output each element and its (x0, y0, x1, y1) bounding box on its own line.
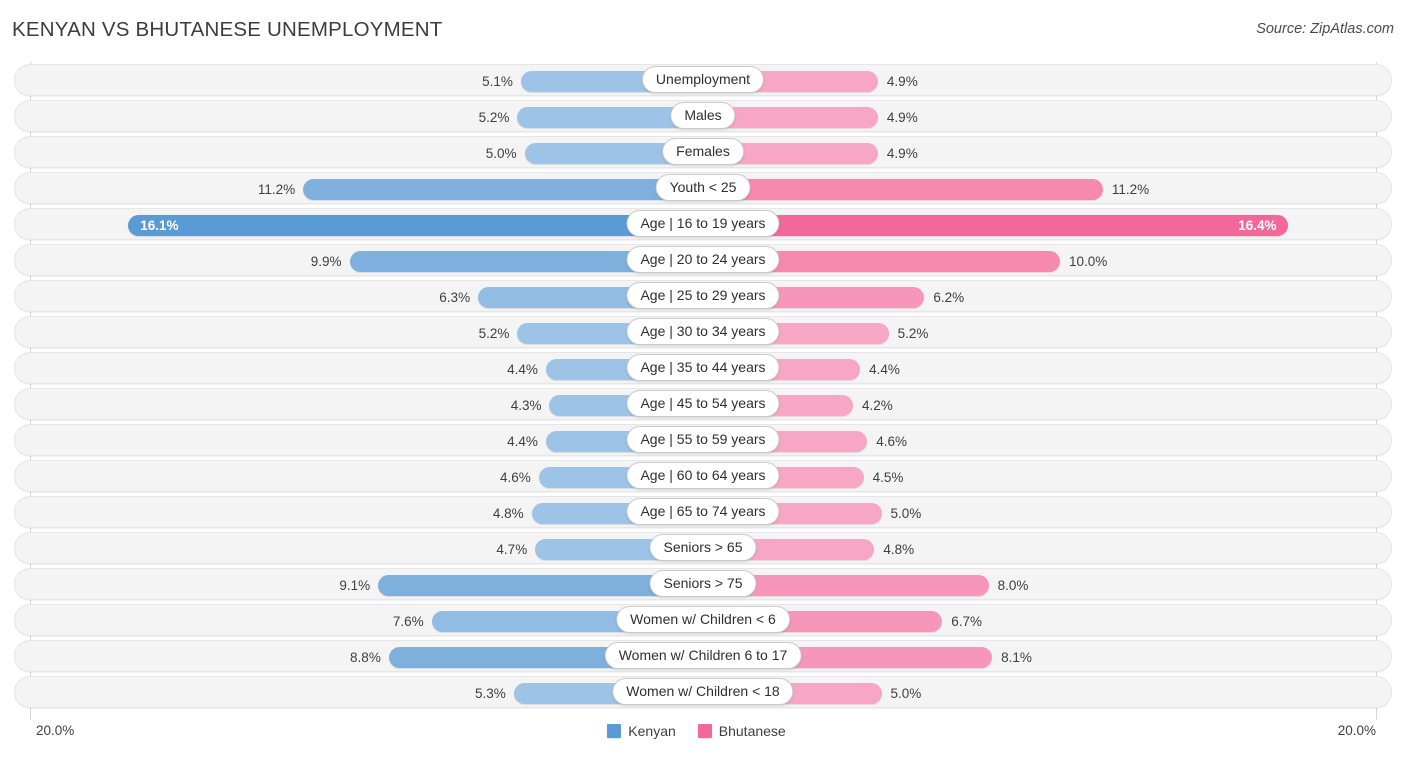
value-label-bhutanese: 6.7% (951, 613, 982, 630)
value-label-kenyan: 4.8% (456, 505, 524, 522)
chart-row: 5.1% 4.9% Unemployment (0, 62, 1406, 98)
chart-row: 4.7% 4.8% Seniors > 65 (0, 530, 1406, 566)
value-label-kenyan: 5.3% (438, 685, 506, 702)
chart-row: 16.1% 16.4% Age | 16 to 19 years (0, 206, 1406, 242)
value-label-bhutanese: 4.9% (887, 73, 918, 90)
bar-bhutanese (703, 179, 1103, 200)
chart-row: 8.8% 8.1% Women w/ Children 6 to 17 (0, 638, 1406, 674)
chart-row: 11.2% 11.2% Youth < 25 (0, 170, 1406, 206)
value-label-kenyan: 4.3% (473, 397, 541, 414)
value-label-bhutanese: 10.0% (1069, 253, 1107, 270)
category-label-pill: Age | 30 to 34 years (626, 318, 779, 345)
chart-legend: Kenyan Bhutanese (0, 723, 1406, 739)
legend-label: Bhutanese (719, 723, 786, 739)
legend-label: Kenyan (628, 723, 675, 739)
category-label-pill: Youth < 25 (656, 174, 751, 201)
value-label-kenyan: 4.7% (459, 541, 527, 558)
chart-row: 4.4% 4.6% Age | 55 to 59 years (0, 422, 1406, 458)
category-label-pill: Age | 25 to 29 years (626, 282, 779, 309)
category-label-pill: Women w/ Children < 18 (612, 678, 793, 705)
chart-rows: 5.1% 4.9% Unemployment 5.2% 4.9% Males 5.0% 4.9… (0, 62, 1406, 710)
legend-swatch-icon (698, 724, 712, 738)
value-label-bhutanese: 16.4% (1230, 217, 1276, 234)
value-label-bhutanese: 5.0% (891, 685, 922, 702)
page-title: KENYAN VS BHUTANESE UNEMPLOYMENT (12, 18, 443, 42)
chart-row: 9.1% 8.0% Seniors > 75 (0, 566, 1406, 602)
category-label-pill: Age | 45 to 54 years (626, 390, 779, 417)
value-label-bhutanese: 5.2% (898, 325, 929, 342)
value-label-bhutanese: 8.1% (1001, 649, 1032, 666)
bar-bhutanese (703, 215, 1288, 236)
chart-plot-area: 5.1% 4.9% Unemployment 5.2% 4.9% Males 5.0% 4.9… (0, 62, 1406, 714)
category-label-pill: Females (662, 138, 744, 165)
source-attribution: Source: ZipAtlas.com (1256, 21, 1394, 37)
value-label-bhutanese: 11.2% (1112, 181, 1149, 198)
value-label-kenyan: 5.2% (441, 325, 509, 342)
category-label-pill: Age | 35 to 44 years (626, 354, 779, 381)
chart-row: 5.2% 4.9% Males (0, 98, 1406, 134)
value-label-kenyan: 8.8% (313, 649, 381, 666)
category-label-pill: Women w/ Children < 6 (616, 606, 790, 633)
chart-row: 7.6% 6.7% Women w/ Children < 6 (0, 602, 1406, 638)
chart-footer: 20.0% 20.0% KenyanBhutanese (0, 714, 1406, 757)
value-label-bhutanese: 8.0% (998, 577, 1029, 594)
value-label-bhutanese: 4.9% (887, 109, 918, 126)
value-label-bhutanese: 4.2% (862, 397, 893, 414)
chart-row: 9.9% 10.0% Age | 20 to 24 years (0, 242, 1406, 278)
legend-item: Bhutanese (698, 723, 786, 739)
category-label-pill: Seniors > 75 (650, 570, 757, 597)
value-label-kenyan: 9.1% (302, 577, 370, 594)
chart-page: KENYAN VS BHUTANESE UNEMPLOYMENT Source:… (0, 0, 1406, 757)
chart-row: 4.4% 4.4% Age | 35 to 44 years (0, 350, 1406, 386)
value-label-bhutanese: 4.6% (876, 433, 907, 450)
category-label-pill: Age | 55 to 59 years (626, 426, 779, 453)
category-label-pill: Age | 60 to 64 years (626, 462, 779, 489)
category-label-pill: Seniors > 65 (650, 534, 757, 561)
value-label-kenyan: 9.9% (274, 253, 342, 270)
value-label-bhutanese: 6.2% (933, 289, 964, 306)
bar-kenyan (128, 215, 703, 236)
chart-row: 5.2% 5.2% Age | 30 to 34 years (0, 314, 1406, 350)
value-label-bhutanese: 4.9% (887, 145, 918, 162)
value-label-kenyan: 11.2% (227, 181, 295, 198)
bar-kenyan (303, 179, 703, 200)
value-label-kenyan: 6.3% (402, 289, 470, 306)
value-label-kenyan: 5.2% (441, 109, 509, 126)
chart-row: 4.3% 4.2% Age | 45 to 54 years (0, 386, 1406, 422)
value-label-kenyan: 4.6% (463, 469, 531, 486)
category-label-pill: Age | 16 to 19 years (626, 210, 779, 237)
value-label-kenyan: 16.1% (140, 217, 178, 234)
value-label-kenyan: 5.0% (449, 145, 517, 162)
category-label-pill: Women w/ Children 6 to 17 (605, 642, 802, 669)
category-label-pill: Age | 20 to 24 years (626, 246, 779, 273)
value-label-kenyan: 4.4% (470, 433, 538, 450)
value-label-bhutanese: 5.0% (891, 505, 922, 522)
chart-row: 5.3% 5.0% Women w/ Children < 18 (0, 674, 1406, 710)
value-label-kenyan: 4.4% (470, 361, 538, 378)
chart-row: 4.8% 5.0% Age | 65 to 74 years (0, 494, 1406, 530)
value-label-bhutanese: 4.8% (883, 541, 914, 558)
value-label-bhutanese: 4.4% (869, 361, 900, 378)
legend-swatch-icon (607, 724, 621, 738)
legend-item: Kenyan (607, 723, 675, 739)
value-label-kenyan: 7.6% (356, 613, 424, 630)
value-label-kenyan: 5.1% (445, 73, 513, 90)
category-label-pill: Age | 65 to 74 years (626, 498, 779, 525)
category-label-pill: Unemployment (642, 66, 764, 93)
chart-row: 4.6% 4.5% Age | 60 to 64 years (0, 458, 1406, 494)
chart-row: 6.3% 6.2% Age | 25 to 29 years (0, 278, 1406, 314)
chart-row: 5.0% 4.9% Females (0, 134, 1406, 170)
value-label-bhutanese: 4.5% (873, 469, 904, 486)
category-label-pill: Males (670, 102, 735, 129)
